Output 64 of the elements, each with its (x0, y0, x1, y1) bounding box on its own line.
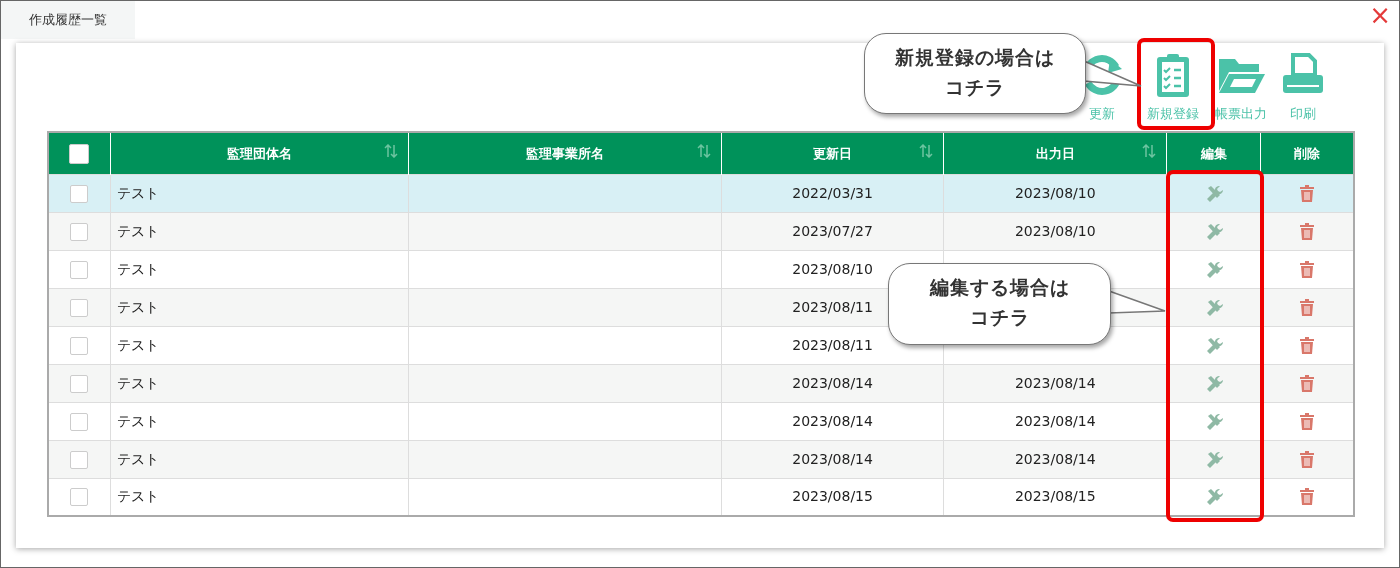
table-cell: 2023/08/11 (792, 336, 873, 353)
row-checkbox[interactable] (70, 374, 89, 393)
delete-icon[interactable] (1298, 411, 1317, 432)
table-cell: テスト (116, 450, 159, 467)
table-cell: 2022/03/31 (792, 184, 873, 201)
delete-icon[interactable] (1298, 335, 1317, 356)
delete-icon[interactable] (1298, 259, 1317, 280)
delete-icon[interactable] (1298, 297, 1317, 318)
column-header: 監理事業所名 (408, 132, 722, 174)
table-cell: テスト (116, 260, 159, 277)
table-row[interactable]: テスト 2022/03/31 2023/08/10 (48, 174, 1354, 212)
table-row[interactable]: テスト 2023/08/15 2023/08/15 (48, 478, 1354, 516)
table-cell: テスト (116, 374, 159, 391)
column-header: 編集 (1166, 132, 1261, 174)
row-checkbox[interactable] (70, 488, 89, 507)
sort-icon[interactable] (697, 144, 711, 158)
column-header: 更新日 (721, 132, 944, 174)
table-cell: 2023/08/14 (792, 374, 873, 391)
table-cell: テスト (116, 298, 159, 315)
table-cell: テスト (116, 412, 159, 429)
column-header: 監理団体名 (110, 132, 409, 174)
callout-bubble: 新規登録の場合は コチラ (864, 33, 1086, 114)
table-cell: テスト (116, 184, 159, 201)
row-checkbox[interactable] (70, 184, 89, 203)
table-cell: 2023/08/14 (792, 412, 873, 429)
table-row[interactable]: テスト 2023/08/14 2023/08/14 (48, 402, 1354, 440)
table-cell: 2023/08/14 (1014, 374, 1096, 391)
table-cell: 2023/08/15 (792, 488, 873, 505)
table-cell: テスト (116, 336, 159, 353)
column-header: 出力日 (943, 132, 1167, 174)
row-checkbox[interactable] (70, 298, 89, 317)
table-cell: 2023/08/14 (1014, 412, 1096, 429)
table-cell: 2023/08/15 (1014, 488, 1096, 505)
table-cell: 2023/08/10 (1014, 184, 1096, 201)
delete-icon[interactable] (1298, 487, 1317, 508)
row-checkbox[interactable] (70, 222, 89, 241)
table-cell: テスト (116, 488, 159, 505)
table-cell: テスト (116, 222, 159, 239)
table-row[interactable]: テスト 2023/08/14 2023/08/14 (48, 364, 1354, 402)
column-header: 削除 (1260, 132, 1354, 174)
table-cell: 2023/07/27 (792, 222, 873, 239)
row-checkbox[interactable] (70, 336, 89, 355)
callout-bubble: 編集する場合は コチラ (888, 263, 1111, 345)
table-cell: 2023/08/10 (792, 260, 873, 277)
row-checkbox[interactable] (70, 260, 89, 279)
row-checkbox[interactable] (70, 450, 89, 469)
table-cell: 2023/08/10 (1014, 222, 1096, 239)
sort-icon[interactable] (919, 144, 934, 158)
table-cell: 2023/08/14 (792, 450, 873, 467)
table-cell: 2023/08/14 (1014, 450, 1096, 467)
delete-icon[interactable] (1298, 221, 1317, 242)
close-button[interactable]: × (1365, 1, 1395, 29)
sort-icon[interactable] (1142, 144, 1157, 158)
table-row[interactable]: テスト 2023/07/27 2023/08/10 (48, 212, 1354, 250)
delete-icon[interactable] (1298, 183, 1317, 204)
delete-icon[interactable] (1298, 373, 1317, 394)
row-checkbox[interactable] (70, 412, 89, 431)
table-cell: 2023/08/11 (792, 298, 873, 315)
table-row[interactable]: テスト 2023/08/14 2023/08/14 (48, 440, 1354, 478)
window-title: 作成履歴一覧 (1, 1, 135, 39)
sort-icon[interactable] (383, 144, 398, 158)
callout-pointer (1083, 59, 1143, 89)
select-all-checkbox[interactable] (69, 143, 90, 164)
delete-icon[interactable] (1298, 449, 1317, 470)
